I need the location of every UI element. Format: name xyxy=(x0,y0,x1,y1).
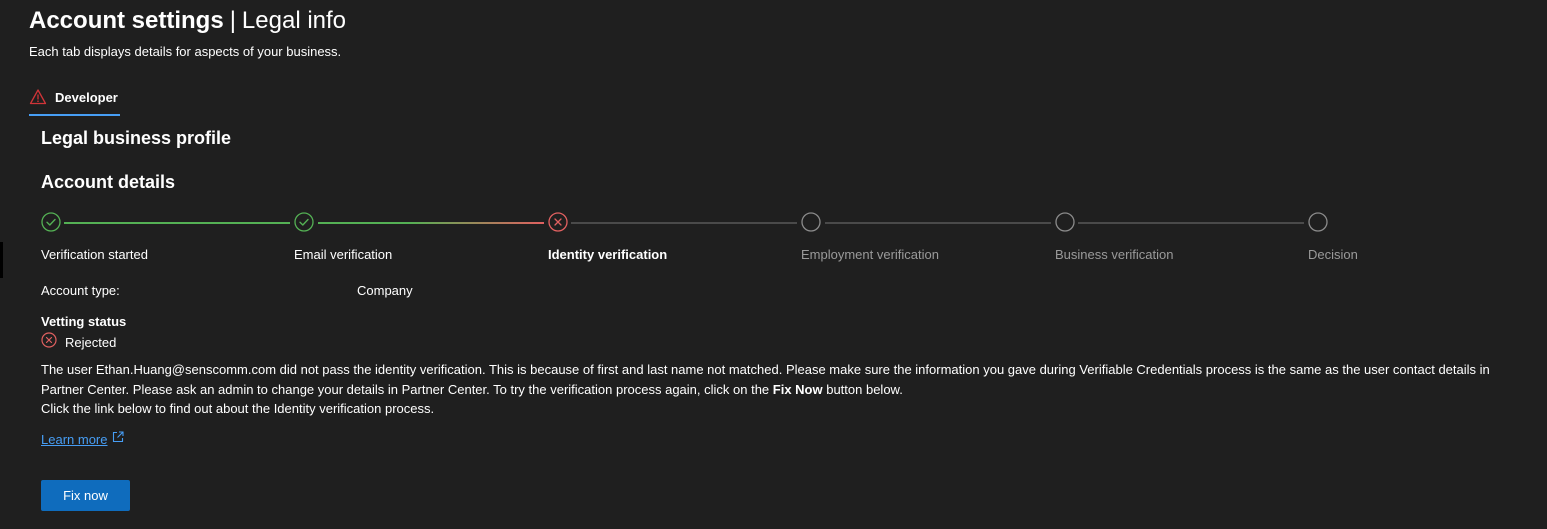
legal-business-profile-heading: Legal business profile xyxy=(41,128,232,148)
step-label-email-verification: Email verification xyxy=(294,247,393,262)
error-circle-icon xyxy=(41,332,57,352)
step-label-employment-verification: Employment verification xyxy=(801,247,939,262)
page-title-sub: Legal info xyxy=(241,7,347,34)
tab-developer[interactable]: Developer xyxy=(29,88,120,116)
step-4-pending-icon xyxy=(801,212,821,232)
step-label-identity-verification: Identity verification xyxy=(548,247,668,262)
step-5-pending-icon xyxy=(1055,212,1075,232)
legal-info-page: Account settings | Legal info Each tab dis… xyxy=(0,0,1547,529)
window-edge-marker xyxy=(0,242,3,278)
page-title-main: Account settings xyxy=(29,7,224,34)
step-connector-1 xyxy=(64,222,290,224)
vetting-status-value: Rejected xyxy=(65,334,117,350)
open-external-icon xyxy=(111,430,125,448)
warning-icon xyxy=(29,88,47,111)
learn-more-label: Learn more xyxy=(41,431,108,447)
vetting-status-badge: Rejected xyxy=(41,332,116,352)
step-2-check-icon xyxy=(294,212,314,232)
step-1-check-icon xyxy=(41,212,61,232)
tab-developer-label: Developer xyxy=(55,90,118,105)
verification-stepper: Verification started Email verification … xyxy=(41,212,1441,272)
step-connector-4 xyxy=(825,222,1051,224)
page-title: Account settings | Legal info xyxy=(29,6,346,36)
vetting-status-label: Vetting status xyxy=(41,314,127,329)
account-type-value: Company xyxy=(357,283,413,298)
learn-more-link[interactable]: Learn more xyxy=(41,430,125,448)
step-connector-5 xyxy=(1078,222,1304,224)
page-title-separator: | xyxy=(229,7,236,34)
tab-selected-indicator xyxy=(29,114,120,116)
vetting-message-text-end: button below. xyxy=(822,381,903,397)
step-3-error-icon xyxy=(548,212,568,232)
step-6-pending-icon xyxy=(1308,212,1328,232)
step-label-verification-started: Verification started xyxy=(41,247,148,262)
step-label-decision: Decision xyxy=(1308,247,1358,262)
vetting-message-text: The user Ethan.Huang@senscomm.com did no… xyxy=(41,362,1490,397)
vetting-message: The user Ethan.Huang@senscomm.com did no… xyxy=(41,360,1531,419)
fix-now-button[interactable]: Fix now xyxy=(41,480,130,511)
step-connector-3 xyxy=(571,222,797,224)
vetting-message-fix-now: Fix Now xyxy=(772,381,823,397)
account-details-heading: Account details xyxy=(41,172,176,192)
step-label-business-verification: Business verification xyxy=(1055,247,1174,262)
account-type-label: Account type: xyxy=(41,283,120,298)
page-subtitle: Each tab displays details for aspects of… xyxy=(29,44,342,59)
step-connector-2 xyxy=(318,222,544,224)
vetting-message-line2: Click the link below to find out about t… xyxy=(41,401,435,416)
